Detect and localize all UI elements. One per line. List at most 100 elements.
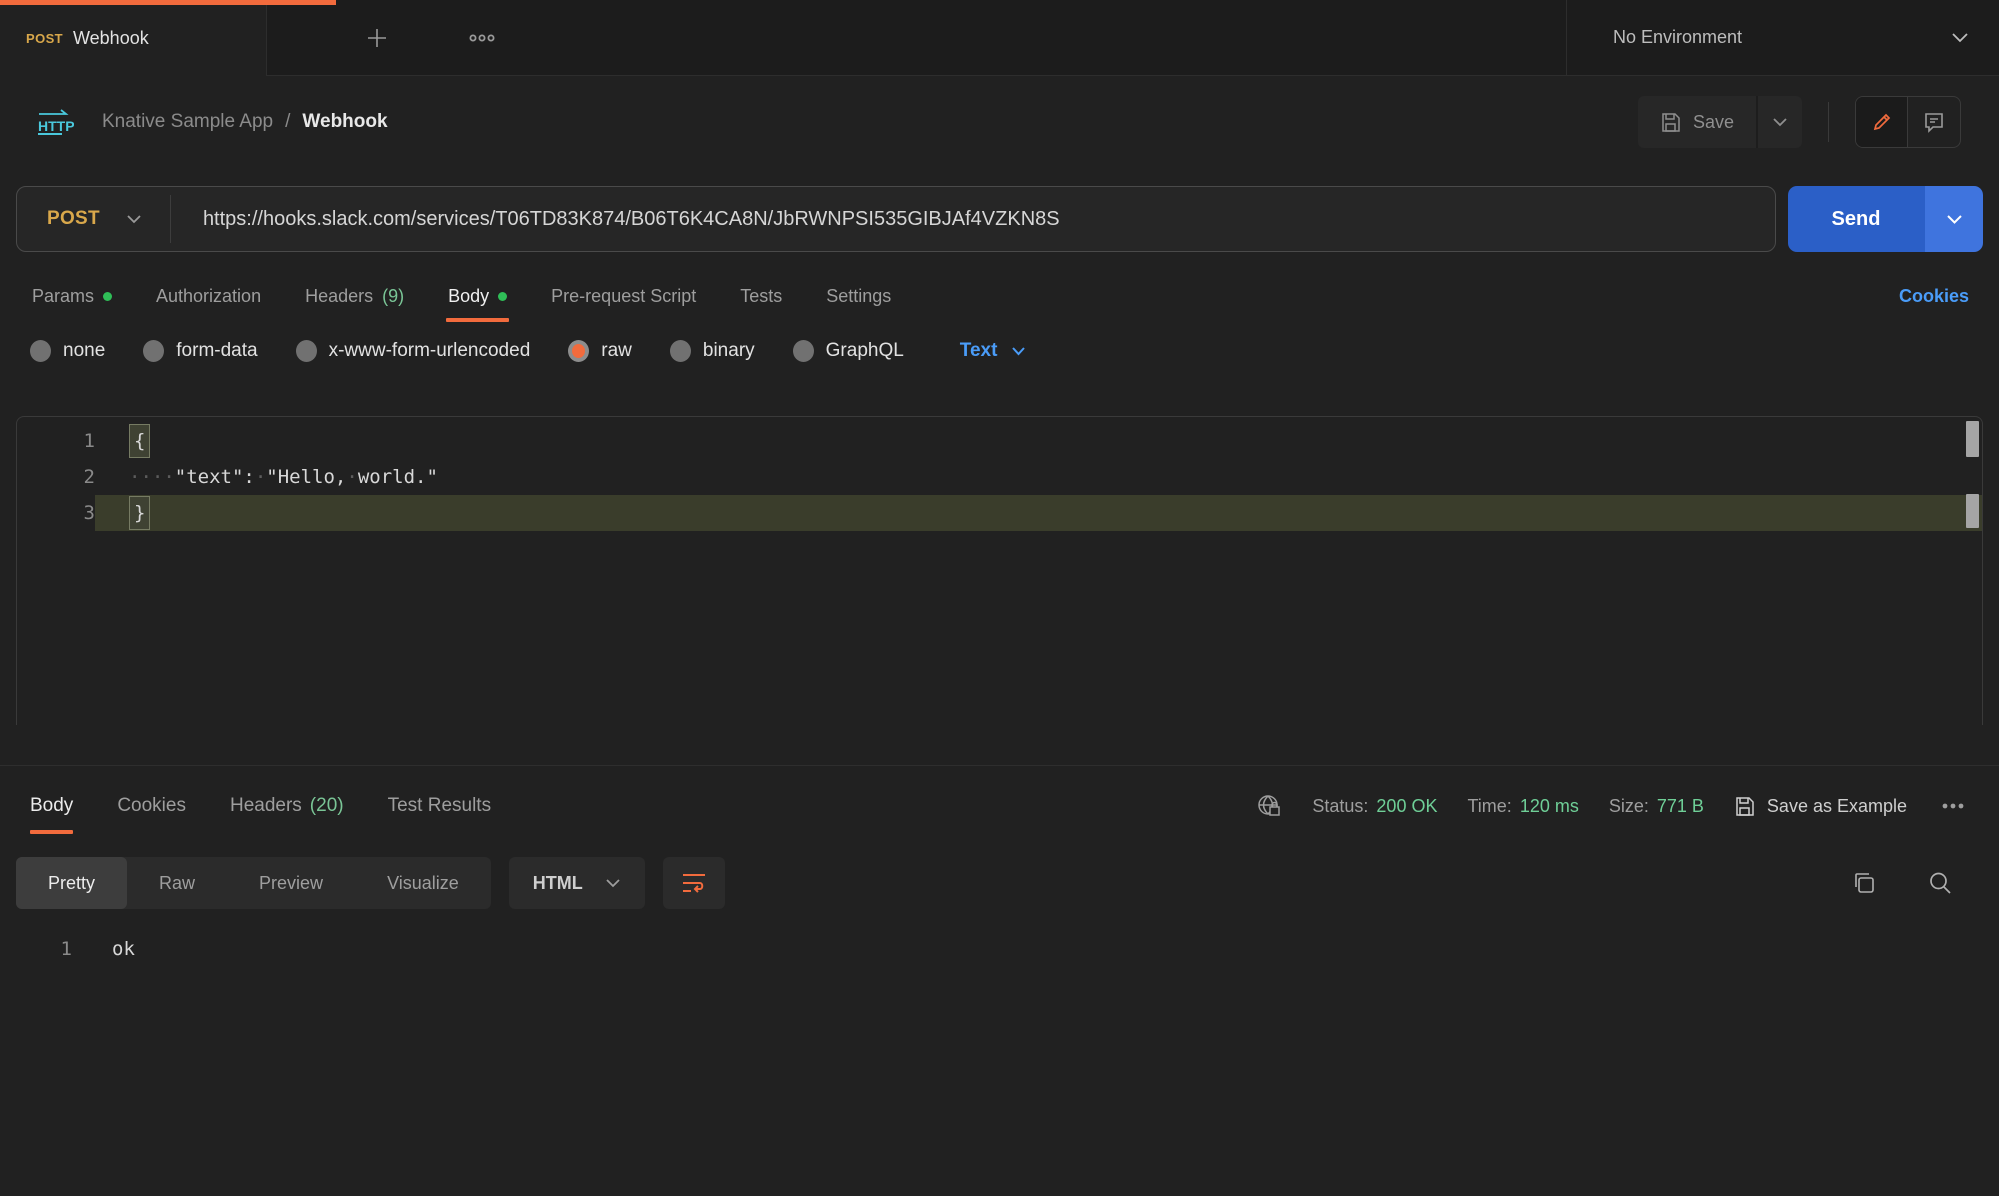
plus-icon bbox=[365, 26, 389, 50]
body-type-graphql[interactable]: GraphQL bbox=[793, 340, 904, 362]
body-type-raw[interactable]: raw bbox=[568, 340, 632, 362]
time-value: 120 ms bbox=[1520, 796, 1579, 817]
tab-settings[interactable]: Settings bbox=[824, 252, 893, 340]
chevron-down-icon bbox=[1946, 214, 1963, 225]
copy-icon bbox=[1851, 870, 1877, 896]
response-pane: Body Cookies Headers (20) Test Results bbox=[0, 765, 1999, 966]
response-headers-count: (20) bbox=[310, 795, 344, 817]
save-icon bbox=[1660, 112, 1681, 133]
tab-label: Body bbox=[448, 286, 489, 307]
scrollbar-thumb[interactable] bbox=[1966, 421, 1979, 457]
response-tab-test-results[interactable]: Test Results bbox=[388, 766, 491, 846]
params-status-dot bbox=[103, 292, 112, 301]
save-options-button[interactable] bbox=[1756, 96, 1802, 148]
chevron-down-icon bbox=[126, 214, 142, 224]
response-toolbar: Pretty Raw Preview Visualize HTML bbox=[0, 856, 1999, 910]
response-view-switch: Pretty Raw Preview Visualize bbox=[16, 857, 491, 909]
editor-scrollbar[interactable] bbox=[1966, 419, 1979, 723]
tab-tests[interactable]: Tests bbox=[738, 252, 784, 340]
search-icon bbox=[1927, 870, 1953, 896]
active-tab-indicator bbox=[0, 0, 336, 5]
breadcrumb-request-name[interactable]: Webhook bbox=[302, 111, 387, 133]
matched-bracket: } bbox=[129, 496, 150, 530]
method-label: POST bbox=[47, 208, 100, 230]
send-button[interactable]: Send bbox=[1788, 186, 1924, 252]
body-type-none[interactable]: none bbox=[30, 340, 105, 362]
cursor-position-marker bbox=[1966, 494, 1979, 528]
tab-body[interactable]: Body bbox=[446, 252, 509, 340]
save-label: Save bbox=[1693, 112, 1734, 133]
view-pretty[interactable]: Pretty bbox=[16, 857, 127, 909]
tab-authorization[interactable]: Authorization bbox=[154, 252, 263, 340]
tab-bar: POST Webhook No Environment bbox=[0, 0, 1999, 76]
tab-label: Headers bbox=[305, 286, 373, 307]
send-options-button[interactable] bbox=[1924, 186, 1983, 252]
tab-label: Authorization bbox=[156, 286, 261, 307]
copy-response-button[interactable] bbox=[1847, 866, 1881, 900]
response-meta: Status: 200 OK Time: 120 ms Size: 771 B … bbox=[1256, 793, 1969, 819]
comment-icon bbox=[1923, 111, 1945, 133]
save-as-example-button[interactable]: Save as Example bbox=[1734, 796, 1907, 817]
tab-label: Pre-request Script bbox=[551, 286, 696, 307]
cookies-link[interactable]: Cookies bbox=[1899, 286, 1969, 307]
view-raw[interactable]: Raw bbox=[127, 857, 227, 909]
network-globe-lock-icon bbox=[1256, 793, 1282, 819]
tab-method-badge: POST bbox=[26, 31, 63, 46]
body-type-binary[interactable]: binary bbox=[670, 340, 755, 362]
more-options-icon bbox=[469, 33, 495, 43]
tab-strip: No Environment bbox=[267, 0, 1999, 76]
svg-text:HTTP: HTTP bbox=[38, 118, 74, 134]
radio-selected-icon bbox=[568, 340, 589, 362]
status-indicator: Status: 200 OK bbox=[1312, 796, 1437, 817]
new-tab-button[interactable] bbox=[355, 16, 399, 60]
wrap-text-button[interactable] bbox=[663, 857, 725, 909]
response-content: ok bbox=[72, 932, 135, 966]
header-actions: Save bbox=[1638, 96, 1961, 148]
time-indicator: Time: 120 ms bbox=[1467, 796, 1578, 817]
tab-params[interactable]: Params bbox=[30, 252, 114, 340]
send-button-group: Send bbox=[1788, 186, 1983, 252]
body-type-form-data[interactable]: form-data bbox=[143, 340, 257, 362]
edit-request-button[interactable] bbox=[1856, 97, 1908, 147]
tab-pre-request-script[interactable]: Pre-request Script bbox=[549, 252, 698, 340]
response-options-button[interactable] bbox=[1937, 798, 1969, 814]
language-selector[interactable]: Text bbox=[960, 340, 1027, 362]
tab-label: Settings bbox=[826, 286, 891, 307]
response-tools bbox=[1847, 866, 1983, 900]
format-label: HTML bbox=[533, 873, 583, 894]
matched-bracket: { bbox=[129, 424, 150, 458]
environment-selector[interactable]: No Environment bbox=[1566, 0, 1999, 75]
response-body-viewer[interactable]: 1 ok bbox=[0, 932, 1999, 966]
more-options-icon bbox=[1941, 802, 1965, 810]
line-number: 3 bbox=[17, 495, 95, 531]
request-tab-webhook[interactable]: POST Webhook bbox=[0, 0, 267, 76]
view-visualize[interactable]: Visualize bbox=[355, 857, 491, 909]
radio-icon bbox=[670, 340, 691, 362]
http-request-icon: HTTP bbox=[36, 107, 74, 137]
chevron-down-icon bbox=[605, 878, 621, 888]
response-header: Body Cookies Headers (20) Test Results bbox=[0, 766, 1999, 846]
size-value: 771 B bbox=[1657, 796, 1704, 817]
code-line-1: 1 { bbox=[17, 423, 1982, 459]
tab-options-button[interactable] bbox=[459, 23, 505, 53]
comments-button[interactable] bbox=[1908, 97, 1960, 147]
code-line-2: 2 ····"text":·"Hello,·world." bbox=[17, 459, 1982, 495]
language-label: Text bbox=[960, 340, 998, 362]
body-type-x-www-form-urlencoded[interactable]: x-www-form-urlencoded bbox=[296, 340, 531, 362]
response-tab-cookies[interactable]: Cookies bbox=[117, 766, 186, 846]
view-preview[interactable]: Preview bbox=[227, 857, 355, 909]
line-number: 2 bbox=[17, 459, 95, 495]
response-tab-body[interactable]: Body bbox=[30, 766, 73, 846]
breadcrumb-collection[interactable]: Knative Sample App bbox=[102, 111, 273, 133]
format-selector[interactable]: HTML bbox=[509, 857, 645, 909]
search-response-button[interactable] bbox=[1923, 866, 1957, 900]
method-selector[interactable]: POST bbox=[17, 187, 170, 251]
save-icon bbox=[1734, 796, 1755, 817]
response-line-1: 1 ok bbox=[0, 932, 1999, 966]
tab-title: Webhook bbox=[73, 28, 149, 49]
save-button[interactable]: Save bbox=[1638, 96, 1756, 148]
tab-headers[interactable]: Headers (9) bbox=[303, 252, 406, 340]
url-input[interactable]: https://hooks.slack.com/services/T06TD83… bbox=[171, 187, 1775, 251]
response-tab-headers[interactable]: Headers (20) bbox=[230, 766, 344, 846]
request-body-editor[interactable]: 1 { 2 ····"text":·"Hello,·world." 3 } bbox=[16, 416, 1983, 725]
